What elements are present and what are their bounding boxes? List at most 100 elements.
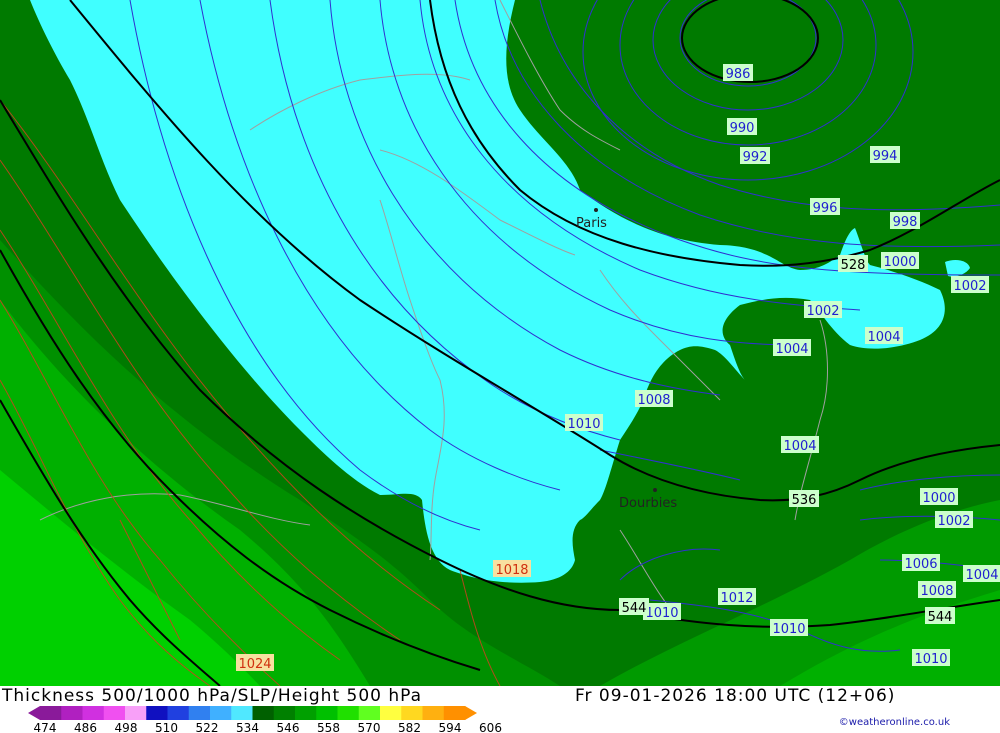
legend-tick-label: 498 <box>115 721 138 733</box>
legend-swatch <box>337 706 360 720</box>
legend-swatch <box>61 706 83 720</box>
legend-swatch <box>40 706 62 720</box>
slp-label-text: 1004 <box>867 330 900 345</box>
slp-label-text: 1010 <box>772 622 805 637</box>
slp-label-text: 998 <box>893 215 918 230</box>
slp-label: 1010 <box>912 649 950 667</box>
legend-swatch <box>146 706 168 720</box>
slp-label-text: 1024 <box>238 657 271 672</box>
legend-swatch <box>422 706 445 720</box>
city-dot-dourbies <box>653 488 657 492</box>
slp-label-text: 994 <box>873 149 898 164</box>
slp-label: 1008 <box>635 390 673 408</box>
slp-label-text: 1018 <box>495 563 528 578</box>
slp-label: 1024 <box>236 654 274 672</box>
slp-label: 1010 <box>565 414 603 432</box>
legend-tick-label: 594 <box>439 721 462 733</box>
slp-label: 986 <box>723 64 753 82</box>
slp-label-text: 1002 <box>937 514 970 529</box>
height-label: 544 <box>925 607 955 625</box>
map-title: Thickness 500/1000 hPa/SLP/Height 500 hP… <box>2 686 423 706</box>
slp-label: 1002 <box>804 301 842 319</box>
city-label-paris: Paris <box>576 216 607 231</box>
slp-label: 1000 <box>920 488 958 506</box>
height-label-text: 536 <box>792 493 817 508</box>
credit-link[interactable]: ©weatheronline.co.uk <box>839 717 950 728</box>
legend-swatch <box>231 706 253 720</box>
slp-label-text: 1008 <box>637 393 670 408</box>
slp-label: 990 <box>727 118 757 136</box>
slp-label-text: 1012 <box>720 591 753 606</box>
legend-tick-label: 546 <box>277 721 300 733</box>
legend-swatch <box>358 706 381 720</box>
slp-label-text: 1002 <box>806 304 839 319</box>
legend-swatch <box>443 706 466 720</box>
legend-swatch <box>401 706 423 720</box>
height-label-text: 528 <box>841 258 866 273</box>
slp-label-text: 1000 <box>922 491 955 506</box>
legend-swatch <box>295 706 317 720</box>
slp-label-text: 990 <box>730 121 755 136</box>
legend-swatch <box>316 706 338 720</box>
legend-swatch <box>210 706 232 720</box>
legend-tick-label: 534 <box>236 721 259 733</box>
legend-arrow-right <box>465 706 477 720</box>
weather-map-view: Paris Dourbies 986 990 992 994 996 998 1000 100… <box>0 0 1000 733</box>
slp-label: 1002 <box>935 511 973 529</box>
legend-tick-label: 486 <box>74 721 97 733</box>
legend-swatch <box>125 706 147 720</box>
slp-label: 994 <box>870 146 900 164</box>
slp-label-text: 1010 <box>645 606 678 621</box>
slp-label: 996 <box>810 198 840 216</box>
slp-label-text: 1006 <box>904 557 937 572</box>
slp-label: 998 <box>890 212 920 230</box>
legend-swatch <box>273 706 296 720</box>
slp-label: 1004 <box>773 339 811 357</box>
city-dot-paris <box>594 208 598 212</box>
legend-swatch <box>252 706 275 720</box>
slp-label: 1008 <box>918 581 956 599</box>
slp-label-text: 996 <box>813 201 838 216</box>
valid-time: Fr 09-01-2026 18:00 UTC (12+06) <box>575 686 896 706</box>
legend-swatch <box>103 706 126 720</box>
legend-tick-label: 522 <box>196 721 219 733</box>
slp-label: 992 <box>740 147 770 165</box>
slp-label-text: 1008 <box>920 584 953 599</box>
city-label-dourbies: Dourbies <box>619 496 677 511</box>
slp-label-text: 1004 <box>965 568 998 583</box>
legend-tick-label: 570 <box>358 721 381 733</box>
slp-label-text: 1002 <box>953 279 986 294</box>
slp-label: 1018 <box>493 560 531 578</box>
legend-tick-label: 510 <box>155 721 178 733</box>
height-label: 536 <box>789 490 819 508</box>
slp-label: 1002 <box>951 276 989 294</box>
slp-label: 1004 <box>963 565 1000 583</box>
slp-label-text: 1000 <box>883 255 916 270</box>
slp-label-text: 1010 <box>567 417 600 432</box>
legend-tick-label: 582 <box>398 721 421 733</box>
slp-label-text: 1004 <box>775 342 808 357</box>
slp-label: 1004 <box>865 327 903 345</box>
legend-arrow-left <box>28 706 40 720</box>
legend-tick-label: 606 <box>479 721 502 733</box>
slp-label: 1012 <box>718 588 756 606</box>
height-label: 544 <box>619 598 649 616</box>
slp-label: 1006 <box>902 554 940 572</box>
legend-swatch <box>82 706 105 720</box>
slp-label-text: 986 <box>726 67 751 82</box>
legend-tick-label: 558 <box>317 721 340 733</box>
legend-swatches <box>28 706 477 720</box>
slp-label-text: 992 <box>743 150 768 165</box>
slp-label: 1010 <box>770 619 808 637</box>
legend-ticks: 474 486 498 510 522 534 546 558 570 582 594 606 <box>34 721 502 733</box>
slp-label-text: 1010 <box>914 652 947 667</box>
height-label-text: 544 <box>622 601 647 616</box>
legend-swatch <box>380 706 402 720</box>
slp-label: 1000 <box>881 252 919 270</box>
legend-swatch <box>167 706 190 720</box>
height-label: 528 <box>838 255 868 273</box>
slp-label: 1004 <box>781 436 819 454</box>
legend-swatch <box>188 706 211 720</box>
color-legend: 474 486 498 510 522 534 546 558 570 582 594 606 <box>28 706 502 733</box>
slp-label-text: 1004 <box>783 439 816 454</box>
